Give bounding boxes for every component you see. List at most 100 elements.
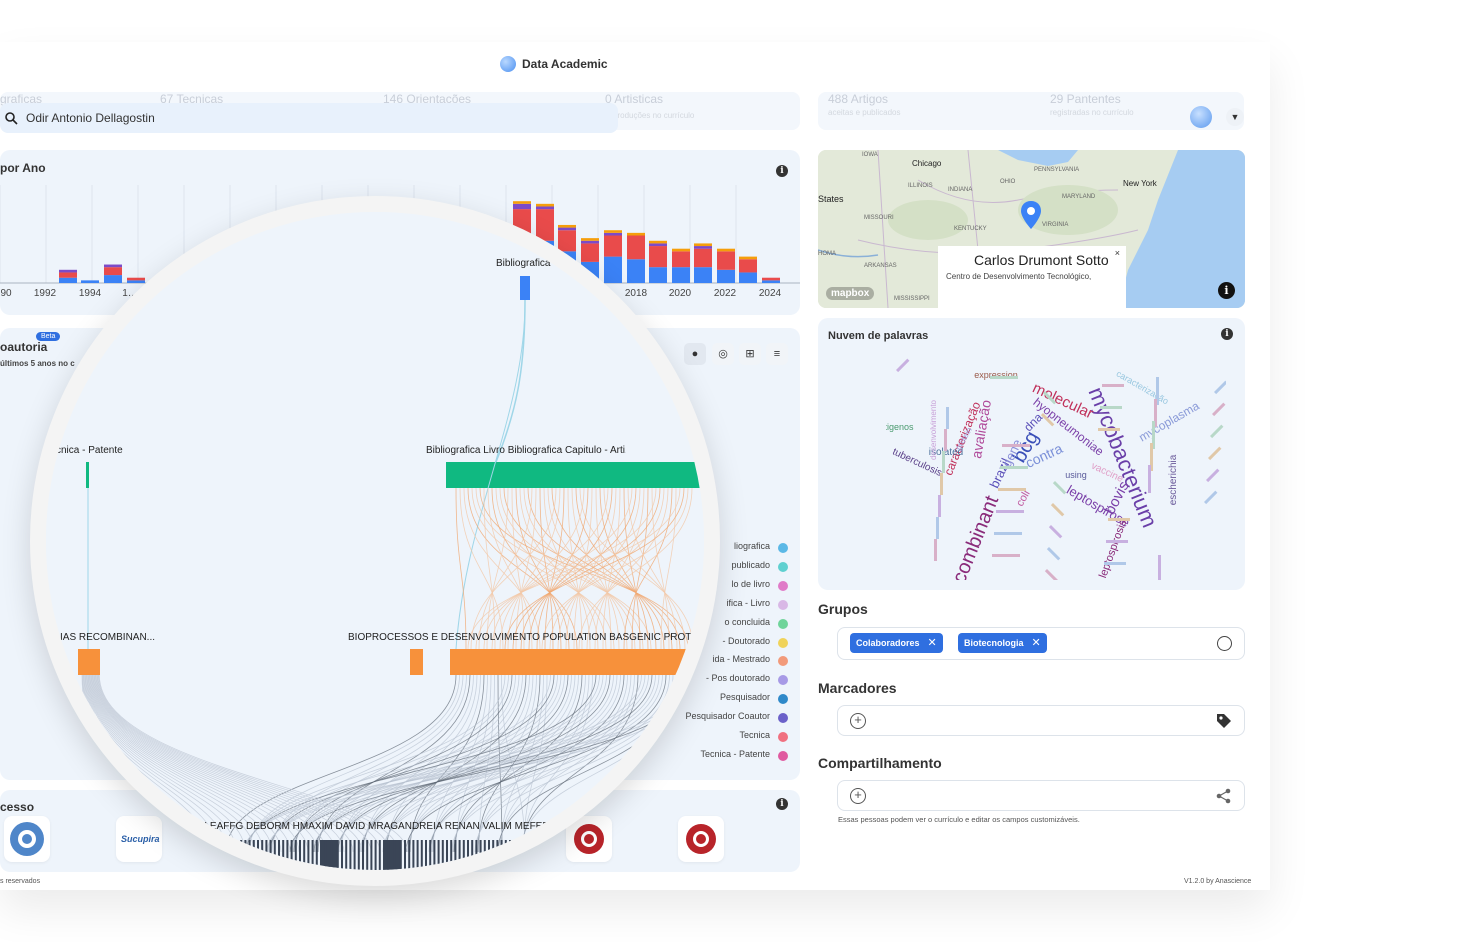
sankey-node-bottom — [244, 840, 247, 870]
sankey-node-bottom — [378, 840, 381, 870]
wordcloud-filler-word — [1214, 380, 1226, 395]
sankey-node-bottom — [408, 840, 411, 870]
stat-sub: produções no currículo — [613, 111, 695, 120]
bar-segment — [717, 269, 735, 283]
sankey-node-bottom — [336, 840, 339, 870]
bar-segment — [762, 277, 780, 281]
chevron-down-icon[interactable]: ▼ — [1226, 108, 1244, 126]
wordcloud-title: Nuvem de palavras — [828, 330, 929, 342]
sankey-node-bottom — [370, 840, 373, 870]
close-icon[interactable]: × — [1115, 248, 1120, 258]
stat-label: 29 Pantentes — [1050, 92, 1121, 106]
groups-title: Grupos — [818, 601, 868, 617]
markers-field[interactable]: + — [837, 705, 1245, 736]
share-icon[interactable] — [1216, 788, 1232, 804]
stat-patentes: 29 Pantentes registradas no currículo — [1050, 92, 1134, 117]
map-label-kentucky: KENTUCKY — [954, 226, 987, 232]
sankey-node-bottom — [488, 840, 490, 870]
globe-icon[interactable] — [1217, 636, 1232, 651]
pubmed-logo[interactable] — [4, 816, 50, 862]
wordcloud-filler-word — [1052, 481, 1067, 495]
search-bar[interactable]: Odir Antonio Dellagostin — [0, 103, 618, 133]
sankey-node-bottom — [483, 840, 486, 870]
legend-dot — [778, 618, 788, 629]
sharing-field[interactable]: + — [837, 780, 1245, 811]
wordcloud-filler-word — [1158, 555, 1161, 580]
sankey-node-bottom — [479, 840, 482, 870]
list-view-button[interactable]: ≡ — [766, 343, 788, 365]
sankey-node-bottom — [278, 840, 280, 870]
sankey-node-bottom — [273, 840, 276, 870]
map-pin-icon[interactable] — [1020, 200, 1042, 230]
bar-segment — [739, 256, 757, 260]
wordcloud-filler-word — [1106, 540, 1128, 543]
sankey-node-bottom — [324, 840, 327, 870]
group-chip[interactable]: Colaboradores ✕ — [850, 633, 943, 653]
map-label-iowa: IOWA — [862, 152, 878, 158]
map-label-maryland: MARYLAND — [1062, 194, 1096, 200]
bar-segment — [717, 248, 735, 252]
groups-field[interactable]: Colaboradores ✕ Biotecnologia ✕ — [837, 627, 1245, 660]
stat-sub: registradas no currículo — [1050, 108, 1134, 117]
app-brand[interactable]: Data Academic — [500, 56, 608, 72]
wordcloud-filler-word — [1098, 428, 1120, 431]
user-avatar[interactable] — [1190, 106, 1212, 128]
stat-label: 488 Artigos — [828, 92, 889, 106]
legend-label: - Pos doutorado — [705, 673, 770, 684]
sankey-node-bottom — [458, 840, 461, 870]
popup-name: Carlos Drumont Sotto — [974, 252, 1109, 268]
legend-dot — [778, 599, 788, 610]
wordcloud-word: escherichia — [1168, 454, 1179, 505]
info-icon[interactable]: i — [776, 165, 788, 177]
wordcloud-word: using — [1065, 470, 1087, 480]
tag-icon[interactable] — [1216, 713, 1232, 729]
sankey-label-low-left: IAS RECOMBINAN... — [60, 632, 156, 643]
wordcloud-filler-word — [1050, 503, 1065, 517]
sankey-node-bottom — [303, 840, 306, 870]
legend-label: liografica — [733, 541, 770, 551]
close-icon[interactable]: ✕ — [928, 637, 937, 649]
legend-dot — [778, 750, 788, 761]
add-icon[interactable]: + — [850, 713, 866, 729]
bar-segment — [536, 206, 554, 210]
group-chip[interactable]: Biotecnologia ✕ — [958, 633, 1047, 653]
legend-label: ida - Mestrado — [712, 654, 770, 665]
info-icon[interactable]: i — [1221, 328, 1233, 340]
map-label-missouri: MISSOURI — [864, 215, 894, 221]
sharing-title: Compartilhamento — [818, 755, 942, 771]
sankey-node-bottom — [290, 840, 293, 870]
map-popup: × Carlos Drumont Sotto Centro de Desenvo… — [938, 246, 1126, 308]
wordcloud-word: leptospirosis — [1097, 518, 1129, 580]
mapbox-logo[interactable]: mapbox — [826, 287, 875, 300]
stat-sub: aceitas e publicados — [828, 108, 901, 117]
globe-view-button[interactable]: ◎ — [712, 343, 734, 365]
legend-label: Tecnica - Patente — [700, 748, 770, 759]
tree-view-button[interactable]: ⊞ — [739, 343, 761, 365]
sankey-node-low-right — [450, 649, 704, 675]
wordcloud-filler-word — [1208, 446, 1222, 461]
sankey-node-bottom — [471, 840, 474, 870]
sankey-node-bottom — [467, 840, 469, 870]
production-chart-title: por Ano — [0, 161, 46, 175]
legend-label: Pesquisador — [719, 692, 770, 703]
info-icon[interactable]: i — [776, 798, 788, 810]
x-tick-label: 2024 — [759, 288, 782, 299]
sankey-node-bottom — [517, 840, 520, 870]
wordcloud-filler-word — [940, 473, 943, 495]
bar-segment — [513, 203, 531, 210]
map-label-virginia: VIRGINIA — [1042, 222, 1069, 228]
map-label-arkansas: ARKANSAS — [864, 263, 897, 269]
wordcloud-filler-word — [990, 376, 1018, 379]
legend-dot — [778, 713, 788, 724]
close-icon[interactable]: ✕ — [1032, 637, 1041, 649]
popup-institution: Centro de Desenvolvimento Tecnológico, — [946, 272, 1092, 281]
sankey-node-bottom — [236, 840, 238, 870]
add-icon[interactable]: + — [850, 788, 866, 804]
stats-row-right: 488 Artigos aceitas e publicados 29 Pante… — [818, 92, 1244, 130]
bar-segment — [536, 203, 554, 207]
sankey-node-bottom — [425, 840, 427, 870]
map-label-mississippi: MISSISSIPPI — [894, 296, 930, 302]
legend-label: o concluida — [724, 616, 770, 627]
info-icon[interactable]: i — [1218, 282, 1235, 299]
sankey-node-bottom — [513, 840, 516, 870]
